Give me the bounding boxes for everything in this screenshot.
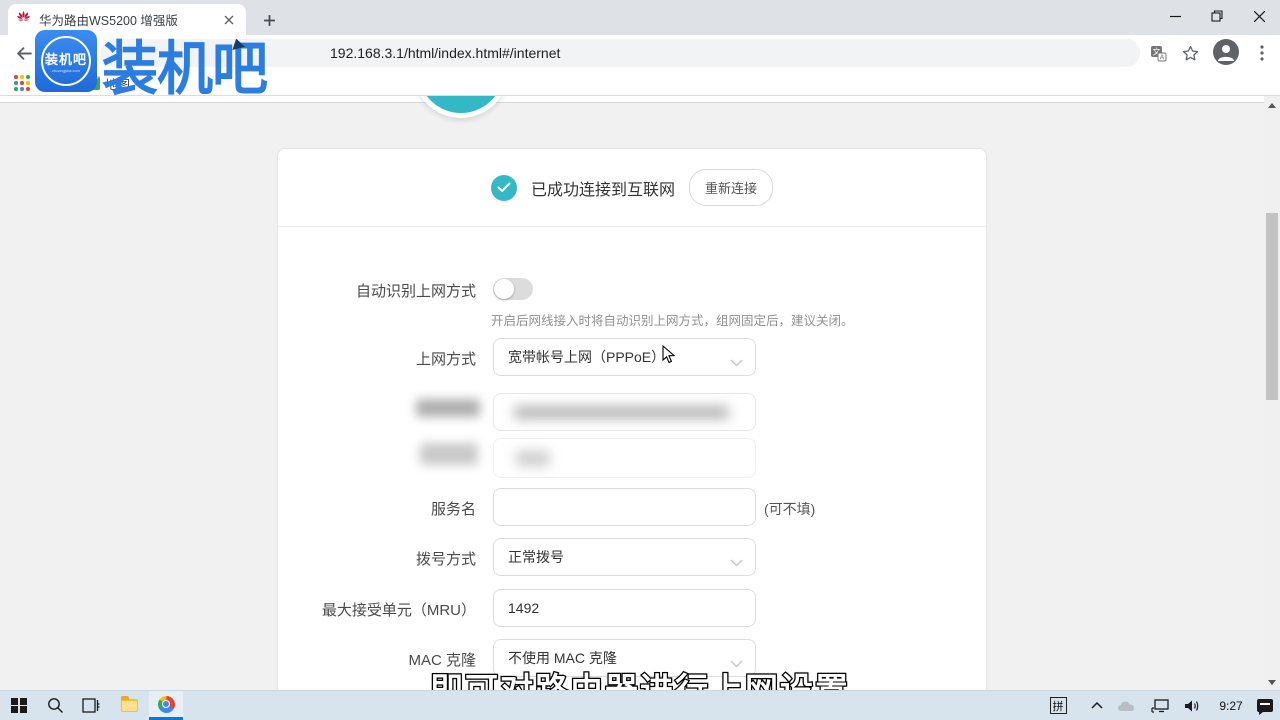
action-center-icon[interactable] xyxy=(1252,691,1278,720)
ime-indicator[interactable]: 拼 xyxy=(1045,691,1071,720)
service-name-label: 服务名 xyxy=(278,498,476,519)
reconnect-button[interactable]: 重新连接 xyxy=(689,169,773,206)
success-check-icon xyxy=(491,175,517,201)
connection-status-row: 已成功连接到互联网 重新连接 xyxy=(278,149,986,227)
status-message: 已成功连接到互联网 xyxy=(531,176,675,200)
logo-badge-domain: zhuangjiba.com xyxy=(52,68,80,73)
net-type-value: 宽带帐号上网（PPPoE） xyxy=(508,347,665,367)
router-page: 已成功连接到互联网 重新连接 自动识别上网方式 开启后网线接入时将自动识别上网方… xyxy=(0,96,1280,690)
page-scrollbar[interactable] xyxy=(1264,96,1280,690)
toggle-knob xyxy=(494,279,514,299)
svg-text:A: A xyxy=(1159,54,1164,61)
redacted-password-value xyxy=(516,451,550,466)
mouse-cursor-icon xyxy=(662,345,676,370)
net-type-label: 上网方式 xyxy=(278,348,476,369)
chevron-down-icon xyxy=(730,554,743,570)
redacted-account-value xyxy=(514,406,729,419)
dial-mode-select[interactable]: 正常拨号 xyxy=(493,538,756,576)
apps-grid-icon[interactable] xyxy=(14,75,30,91)
translate-icon[interactable]: 文A xyxy=(1146,41,1170,65)
auto-detect-label: 自动识别上网方式 xyxy=(278,280,476,301)
connection-globe-icon xyxy=(413,96,509,118)
huawei-favicon-icon xyxy=(16,10,31,30)
zhuangjiba-brand-text: 装机吧 xyxy=(102,22,267,107)
profile-avatar[interactable] xyxy=(1213,39,1239,65)
url-text: 192.168.3.1/html/index.html#/internet xyxy=(330,45,560,61)
redacted-account-label xyxy=(416,399,480,417)
file-explorer-icon[interactable] xyxy=(112,691,146,720)
scroll-up-icon[interactable] xyxy=(1268,101,1276,109)
net-type-select[interactable]: 宽带帐号上网（PPPoE） xyxy=(493,338,756,376)
task-view-icon[interactable] xyxy=(74,691,108,720)
service-name-hint: (可不填) xyxy=(764,499,815,519)
auto-detect-hint: 开启后网线接入时将自动识别上网方式，组网固定后，建议关闭。 xyxy=(491,310,854,329)
logo-badge-text: 装机吧 xyxy=(45,49,87,68)
restore-icon[interactable] xyxy=(1196,0,1238,32)
onedrive-cloud-icon[interactable] xyxy=(1113,691,1139,720)
logo-ring: 装机吧 zhuangjiba.com xyxy=(41,36,91,86)
menu-kebab-icon[interactable] xyxy=(1250,41,1274,65)
volume-icon[interactable] xyxy=(1178,691,1206,720)
zhuangjiba-logo-badge: 装机吧 zhuangjiba.com xyxy=(35,30,97,92)
back-icon[interactable] xyxy=(12,41,36,65)
start-button-icon[interactable] xyxy=(2,691,36,720)
mru-label: 最大接受单元（MRU） xyxy=(278,599,476,620)
auto-detect-toggle[interactable] xyxy=(493,278,533,300)
chevron-down-icon xyxy=(730,354,743,370)
redacted-password-input[interactable] xyxy=(493,438,756,478)
redacted-password-label xyxy=(420,443,478,465)
ime-label: 拼 xyxy=(1050,697,1067,714)
internet-settings-card: 已成功连接到互联网 重新连接 自动识别上网方式 开启后网线接入时将自动识别上网方… xyxy=(277,148,987,690)
search-icon[interactable] xyxy=(38,691,72,720)
network-icon[interactable] xyxy=(1146,691,1174,720)
taskbar-clock[interactable]: 9:27 xyxy=(1212,691,1250,720)
bookmark-star-icon[interactable] xyxy=(1178,41,1202,65)
scrollbar-thumb[interactable] xyxy=(1266,213,1278,400)
redacted-account-input[interactable] xyxy=(493,393,756,431)
tray-expand-icon[interactable] xyxy=(1086,691,1108,720)
taskbar: 拼 9:27 xyxy=(0,690,1280,720)
minimize-icon[interactable] xyxy=(1154,0,1196,32)
mru-input[interactable] xyxy=(493,589,756,627)
dial-mode-value: 正常拨号 xyxy=(508,547,564,567)
service-name-input[interactable] xyxy=(493,488,756,526)
close-window-icon[interactable] xyxy=(1238,0,1280,32)
dial-mode-label: 拨号方式 xyxy=(278,548,476,569)
window-controls xyxy=(1154,0,1280,35)
chrome-taskbar-icon[interactable] xyxy=(149,691,183,720)
screen: 华为路由WS5200 增强版 192.168.3.1/html/index. xyxy=(0,0,1280,720)
